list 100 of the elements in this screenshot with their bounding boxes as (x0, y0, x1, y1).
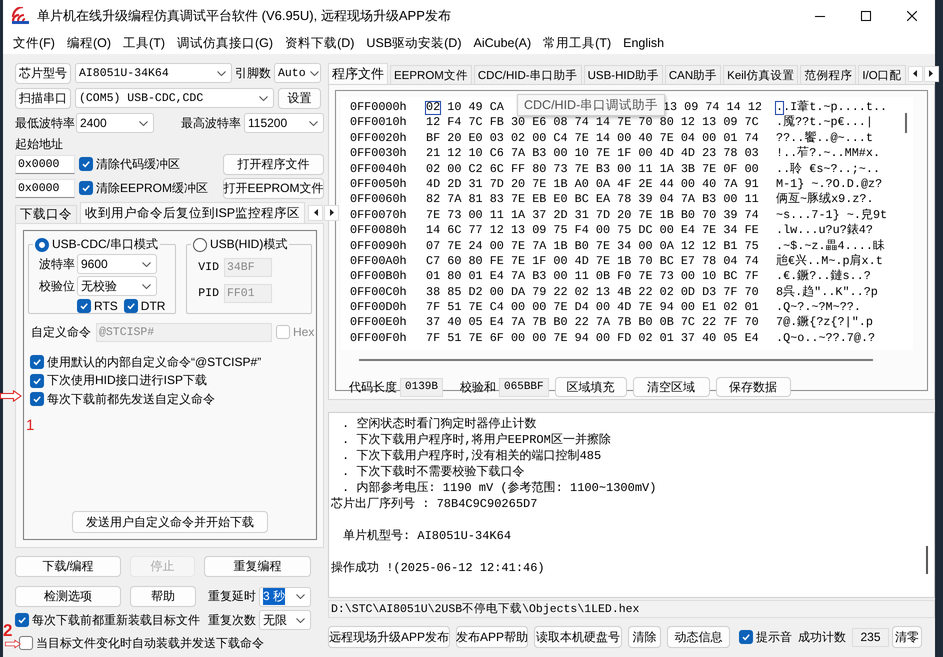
menu-item[interactable]: English (617, 36, 670, 50)
checkbox[interactable] (30, 374, 44, 388)
check-options-button[interactable]: 检测选项 (15, 586, 121, 607)
radio-button[interactable] (193, 238, 207, 252)
checkbox-label[interactable]: RTS (94, 299, 118, 313)
checkbox[interactable] (77, 299, 91, 313)
menu-item[interactable]: 资料下载(D) (279, 34, 360, 52)
tab[interactable]: 范例程序 (800, 65, 856, 84)
download-button[interactable]: 下载/编程 (15, 556, 121, 577)
horizontal-scrollbar[interactable] (359, 359, 873, 361)
code-address-field[interactable]: 0x0000 (15, 154, 75, 174)
pin-count-label: 引脚数 (235, 64, 271, 82)
file-path-field[interactable]: D:\STC\AI8051U\2USB不停电下载\Objects\1LED.hex (328, 600, 935, 618)
hex-address: 0FF0050h (350, 176, 408, 192)
tab[interactable]: 程序文件 (328, 63, 388, 84)
checkbox-label[interactable]: 清除代码缓冲区 (96, 156, 180, 172)
menu-item[interactable]: USB驱动安装(D) (360, 34, 468, 52)
scroll-right-button[interactable] (324, 204, 340, 220)
baud-dropdown[interactable]: 9600 (77, 254, 157, 274)
log-line: . 内部参考电压: 1190 mV (参考范围: 1100~1300mV) (341, 480, 658, 496)
checkbox-label[interactable]: 每次下载前都重新装载目标文件 (32, 612, 200, 628)
settings-button[interactable]: 设置 (278, 88, 321, 108)
scan-port-button[interactable]: 扫描串口 (15, 88, 71, 108)
chip-model-dropdown[interactable]: AI8051U-34K64 (75, 63, 232, 83)
pin-count-dropdown[interactable]: Auto (274, 63, 321, 83)
menu-item[interactable]: 文件(F) (7, 34, 61, 52)
checkbox-label[interactable]: 提示音 (756, 628, 792, 646)
open-program-button[interactable]: 打开程序文件 (223, 154, 324, 174)
help-button[interactable]: 帮助 (130, 586, 196, 607)
close-icon (907, 11, 917, 21)
scroll-left-button[interactable] (908, 66, 923, 82)
ascii-text: 7@.鐝{?z{?|".p (776, 315, 873, 330)
menu-item[interactable]: 调试仿真接口(G) (171, 34, 280, 52)
menu-item[interactable]: 常用工具(T) (537, 34, 618, 52)
tab[interactable]: CDC/HID-串口助手 (474, 65, 582, 84)
checkmark-icon (32, 357, 42, 368)
tab[interactable]: I/O口配 (858, 65, 906, 84)
ascii-text: 兘€兴..M~.p肩x.t (776, 254, 883, 268)
min-baud-dropdown[interactable]: 2400 (76, 113, 154, 133)
repeat-delay-dropdown[interactable]: 3 秒 (259, 586, 311, 606)
menu-item[interactable]: AiCube(A) (467, 36, 538, 50)
tab[interactable]: Keil仿真设置 (723, 65, 798, 84)
toolbar-button[interactable]: 远程现场升级APP发布 (328, 626, 450, 648)
checkbox[interactable] (19, 636, 33, 650)
repeat-count-dropdown[interactable]: 无限 (259, 610, 311, 630)
checkmark-icon (81, 159, 91, 169)
reset-count-button[interactable]: 清零 (892, 626, 922, 648)
checkbox[interactable] (79, 157, 93, 171)
checkbox-label[interactable]: DTR (140, 299, 166, 313)
toolbar-button[interactable]: 动态信息 (667, 626, 730, 648)
checkbox[interactable] (79, 181, 93, 195)
tab[interactable]: USB-HID助手 (584, 65, 663, 84)
scroll-left-button[interactable] (308, 204, 324, 220)
pid-label: PID (197, 286, 219, 300)
serial-port-dropdown[interactable]: (COM5) USB-CDC,CDC (75, 88, 274, 108)
eeprom-address-field[interactable]: 0x0000 (15, 178, 75, 198)
tab[interactable]: 下载口令 (15, 205, 77, 223)
checkmark-icon (32, 394, 42, 404)
toolbar-button[interactable]: 发布APP帮助 (456, 626, 528, 648)
tab[interactable]: EEPROM文件 (390, 65, 472, 84)
send-command-button[interactable]: 发送用户自定义命令并开始下载 (72, 511, 268, 533)
chip-type-button[interactable]: 芯片型号 (15, 62, 71, 84)
checkbox-label[interactable]: 清除EEPROM缓冲区 (96, 180, 208, 196)
menu-item[interactable]: 编程(O) (60, 34, 118, 52)
radio-label[interactable]: USB(HID)模式 (210, 236, 288, 253)
tab[interactable]: 收到用户命令后复位到ISP监控程序区 (80, 202, 306, 223)
repeat-program-button[interactable]: 重复编程 (204, 556, 311, 577)
checkbox[interactable] (30, 355, 44, 370)
checkbox-label[interactable]: 使用默认的内部自定义命令“@STCISP#” (47, 354, 262, 371)
checkbox[interactable] (15, 613, 29, 627)
radio-label[interactable]: USB-CDC/串口模式 (52, 236, 158, 253)
tab[interactable]: CAN助手 (664, 65, 722, 84)
hex-bytes: 7F 51 7E 6F 00 00 7E 94 00 FD 02 01 37 40 05 E4 (426, 330, 759, 346)
toolbar-button[interactable]: 清除 (628, 626, 661, 648)
checkbox[interactable] (124, 299, 138, 313)
menu-item[interactable]: 工具(T) (117, 34, 171, 52)
scrollbar-thumb[interactable] (905, 113, 907, 133)
scrollbar-thumb[interactable] (926, 546, 928, 574)
toolbar-button[interactable]: 读取本机硬盘号 (534, 626, 622, 648)
checkbox-label[interactable]: 下次使用HID接口进行ISP下载 (47, 372, 208, 390)
parity-dropdown[interactable]: 无校验 (77, 276, 157, 296)
region-button[interactable]: 保存数据 (716, 377, 791, 397)
left-arrow-icon (913, 70, 918, 77)
checkbox[interactable] (30, 392, 44, 406)
checkbox-label[interactable]: 每次下载前都先发送自定义命令 (47, 390, 215, 408)
caret-icon (296, 618, 305, 622)
region-button[interactable]: 清空区域 (632, 377, 710, 397)
max-baud-dropdown[interactable]: 115200 (244, 113, 324, 133)
region-button[interactable]: 区域填充 (554, 377, 627, 397)
hex-bytes: 07 7E 24 00 7E 7A 1B B0 7E 34 00 0A 12 12 B1 75 (426, 238, 759, 254)
caret-icon (142, 284, 151, 288)
checkbox-label[interactable]: 当目标文件变化时自动装载并发送下载命令 (36, 634, 264, 652)
custom-command-label: 自定义命令 (31, 324, 91, 340)
hex-address: 0FF0060h (350, 192, 408, 208)
annotation-arrow-icon (5, 638, 21, 650)
checkbox[interactable] (739, 630, 753, 644)
open-eeprom-button[interactable]: 打开EEPROM文件 (223, 178, 324, 198)
scroll-right-button[interactable] (924, 66, 939, 82)
radio-button[interactable] (35, 238, 49, 252)
caret-icon (296, 594, 305, 599)
